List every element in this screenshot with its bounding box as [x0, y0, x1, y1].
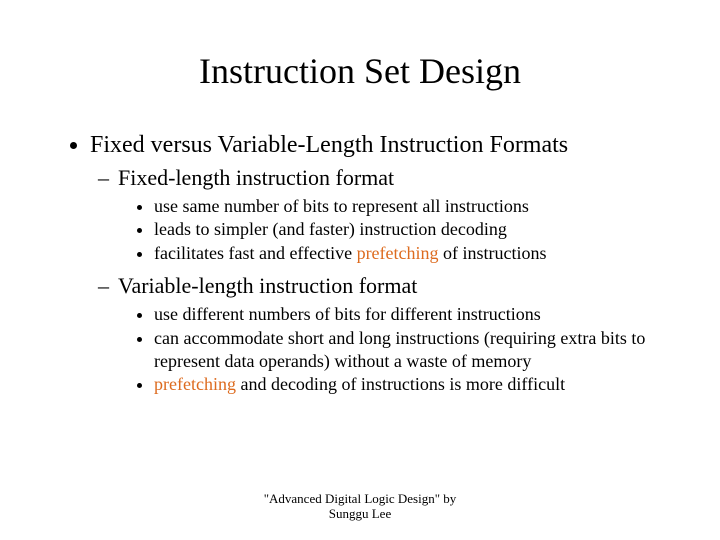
slide-title: Instruction Set Design [60, 50, 660, 92]
footer-line1: "Advanced Digital Logic Design" by [0, 491, 720, 507]
bullet-list-level2: Fixed-length instruction format use same… [90, 165, 660, 397]
footer-line2: Sunggu Lee [0, 506, 720, 522]
l3-highlight: prefetching [154, 374, 236, 394]
l3-highlight: prefetching [357, 243, 439, 263]
l3-post: of instructions [439, 243, 547, 263]
l2-text: Fixed-length instruction format [118, 165, 394, 190]
l3-pre: can accommodate short and long instructi… [154, 328, 645, 371]
l3-item: can accommodate short and long instructi… [154, 327, 660, 374]
l3-item: use different numbers of bits for differ… [154, 303, 660, 326]
bullet-list-level3: use same number of bits to represent all… [118, 195, 660, 265]
l3-item: leads to simpler (and faster) instructio… [154, 218, 660, 241]
bullet-list-level1: Fixed versus Variable-Length Instruction… [60, 132, 660, 397]
l3-pre: facilitates fast and effective [154, 243, 357, 263]
l2-item-variable: Variable-length instruction format use d… [118, 273, 660, 397]
l1-item: Fixed versus Variable-Length Instruction… [90, 132, 660, 397]
l3-item: facilitates fast and effective prefetchi… [154, 242, 660, 265]
bullet-list-level3: use different numbers of bits for differ… [118, 303, 660, 397]
l3-item: use same number of bits to represent all… [154, 195, 660, 218]
l2-text: Variable-length instruction format [118, 273, 417, 298]
footer: "Advanced Digital Logic Design" by Sungg… [0, 491, 720, 522]
l3-pre: use different numbers of bits for differ… [154, 304, 541, 324]
l3-post: and decoding of instructions is more dif… [236, 374, 565, 394]
l3-item: prefetching and decoding of instructions… [154, 373, 660, 396]
l3-pre: leads to simpler (and faster) instructio… [154, 219, 507, 239]
l3-pre: use same number of bits to represent all… [154, 196, 529, 216]
l2-item-fixed: Fixed-length instruction format use same… [118, 165, 660, 265]
l1-text: Fixed versus Variable-Length Instruction… [90, 132, 568, 158]
slide: Instruction Set Design Fixed versus Vari… [0, 0, 720, 540]
